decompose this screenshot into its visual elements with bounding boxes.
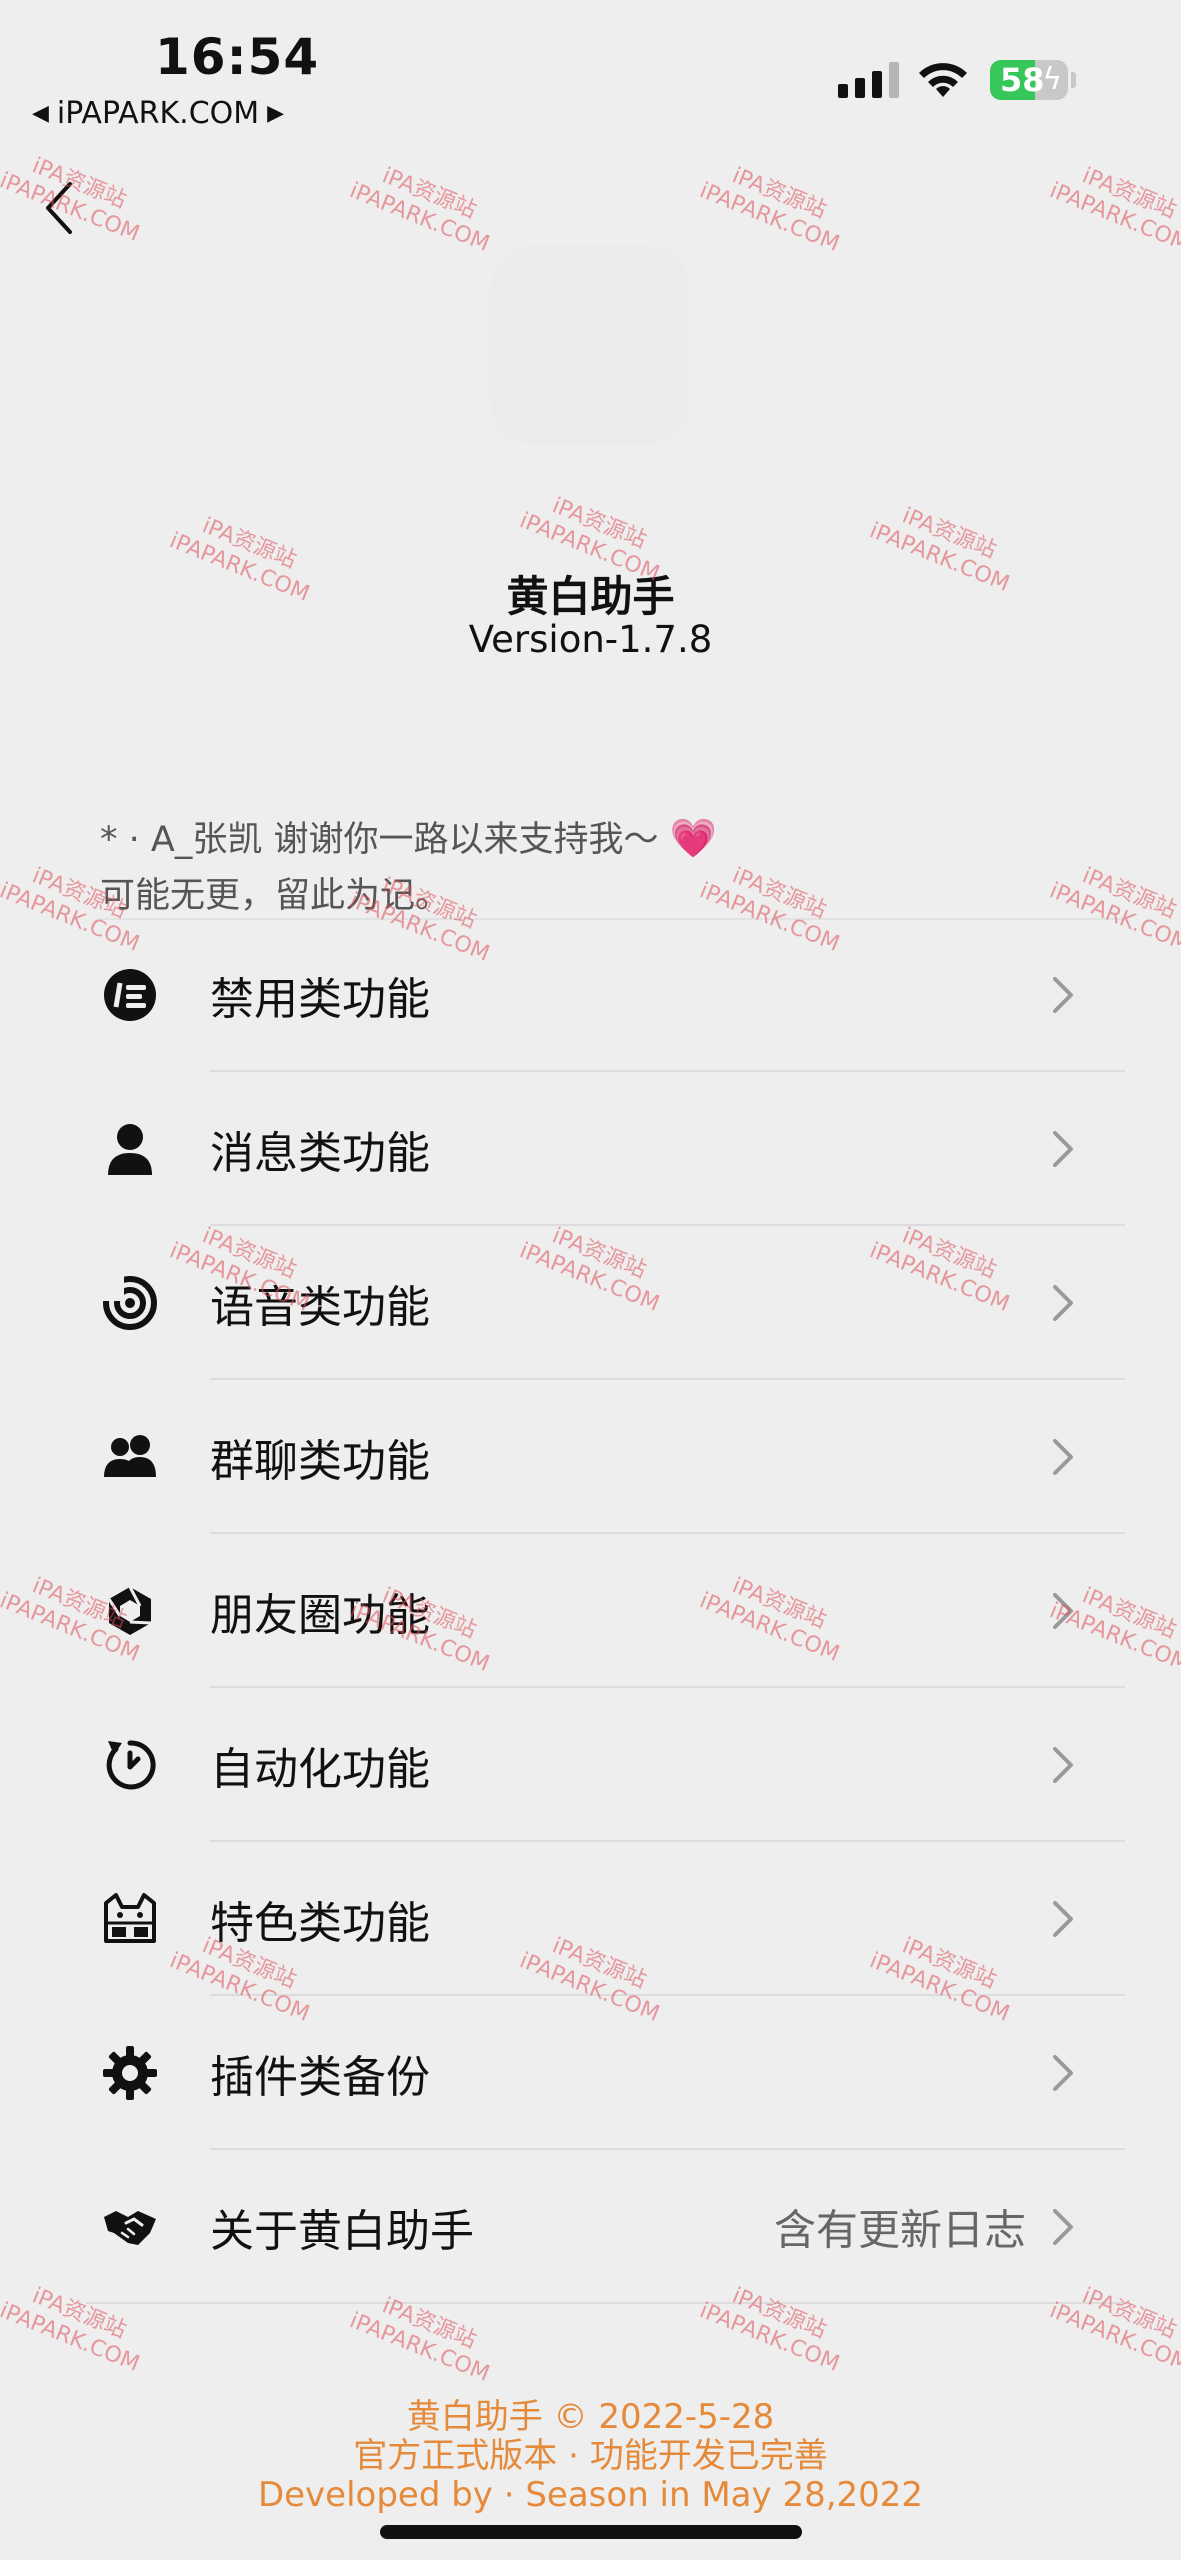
chevron-right-icon	[1053, 1439, 1073, 1475]
menu-label: 消息类功能	[210, 1128, 430, 1179]
watermark: iPA资源站 iPAPARK.COM	[1046, 163, 1181, 257]
battery-icon: 58 ϟ	[990, 60, 1068, 100]
cellular-signal-icon	[838, 62, 899, 98]
menu-label: 关于黄白助手	[210, 2206, 474, 2257]
battery-nub	[1071, 72, 1076, 88]
menu-item-ban[interactable]: 禁用类功能	[0, 918, 1181, 1072]
back-chevron-icon[interactable]	[38, 178, 82, 238]
voice-icon	[102, 1275, 158, 1331]
heart-emoji: 💗	[669, 816, 717, 860]
home-indicator[interactable]	[380, 2525, 802, 2539]
chevron-right-icon	[1053, 977, 1073, 1013]
menu-item-automation[interactable]: 自动化功能	[0, 1688, 1181, 1842]
chevron-right-icon	[1053, 1131, 1073, 1167]
clock-refresh-icon	[102, 1737, 158, 1793]
person-icon	[102, 1121, 158, 1177]
status-time: 16:54	[155, 28, 320, 86]
watermark: iPA资源站 iPAPARK.COM	[696, 163, 843, 257]
app-title: 黄白助手	[506, 572, 675, 621]
aperture-icon	[102, 1583, 158, 1639]
carrier-label: iPAPARK.COM	[56, 96, 260, 131]
footer-developer: Developed by · Season in May 28,2022	[257, 2475, 924, 2515]
note-line-2: 可能无更，留此为记。	[100, 876, 451, 916]
footer: 黄白助手 © 2022-5-28 官方正式版本 · 功能开发已完善 Develo…	[0, 2398, 1181, 2515]
chevron-right-icon	[1053, 1901, 1073, 1937]
menu-label: 自动化功能	[210, 1744, 430, 1795]
watermark: iPA资源站 iPAPARK.COM	[346, 163, 493, 257]
battery-percent: 58	[1000, 61, 1045, 99]
chevron-right-icon	[1053, 1285, 1073, 1321]
menu-item-special[interactable]: 特色类功能	[0, 1842, 1181, 1996]
app-logo	[490, 245, 690, 445]
menu-item-voice[interactable]: 语音类功能	[0, 1226, 1181, 1380]
menu-label: 特色类功能	[210, 1898, 430, 1949]
chevron-right-icon	[1053, 2209, 1073, 2245]
changelog-hint: 含有更新日志	[773, 2205, 1026, 2255]
menu-label: 禁用类功能	[210, 974, 430, 1025]
left-triangle-icon: ◀	[32, 101, 49, 126]
menu-label: 插件类备份	[210, 2052, 430, 2103]
cat-icon	[102, 1891, 158, 1947]
group-icon	[102, 1429, 158, 1485]
footer-status: 官方正式版本 · 功能开发已完善	[353, 2436, 828, 2476]
app-version: Version-1.7.8	[468, 618, 713, 661]
gear-icon	[102, 2045, 158, 2101]
chevron-right-icon	[1053, 1593, 1073, 1629]
charging-bolt-icon: ϟ	[1042, 62, 1062, 97]
menu-label: 语音类功能	[210, 1282, 430, 1333]
wifi-icon	[919, 63, 967, 97]
handshake-icon	[102, 2199, 158, 2255]
menu-item-about[interactable]: 关于黄白助手 含有更新日志	[0, 2150, 1181, 2304]
menu-label: 群聊类功能	[210, 1436, 430, 1487]
menu-item-plugin-backup[interactable]: 插件类备份	[0, 1996, 1181, 2150]
menu-label: 朋友圈功能	[210, 1590, 430, 1641]
chevron-right-icon	[1053, 1747, 1073, 1783]
menu-item-message[interactable]: 消息类功能	[0, 1072, 1181, 1226]
back-to-app-link[interactable]: ◀ iPAPARK.COM ▶	[32, 96, 284, 131]
footer-copyright: 黄白助手 © 2022-5-28	[406, 2397, 775, 2437]
menu-item-moments[interactable]: 朋友圈功能	[0, 1534, 1181, 1688]
ban-face-icon	[102, 967, 158, 1023]
dedication-note: * · A_张凯 谢谢你一路以来支持我～ 💗 可能无更，留此为记。	[100, 810, 717, 924]
note-line-1: * · A_张凯 谢谢你一路以来支持我～	[100, 820, 659, 860]
chevron-right-icon	[1053, 2055, 1073, 2091]
menu-item-group[interactable]: 群聊类功能	[0, 1380, 1181, 1534]
status-bar: 16:54 ◀ iPAPARK.COM ▶ 58 ϟ	[0, 0, 1181, 150]
settings-menu: 禁用类功能 消息类功能 语音类功能 群聊类功能 朋友圈功能 自动化功能 特色类功…	[0, 918, 1181, 2304]
right-triangle-icon: ▶	[267, 101, 285, 126]
